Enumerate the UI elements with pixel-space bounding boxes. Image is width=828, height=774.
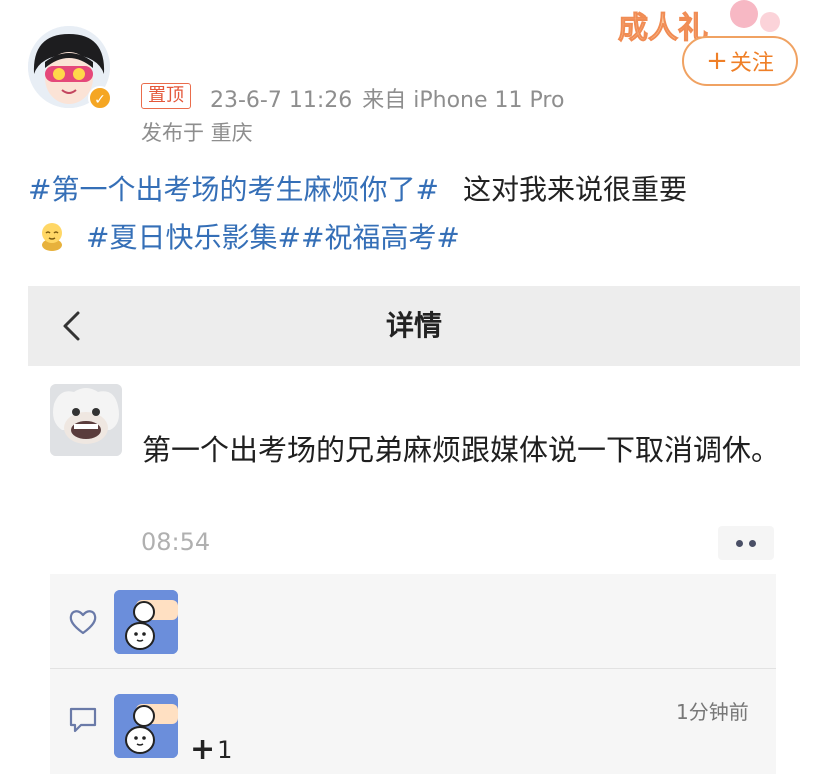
back-icon [63,311,80,341]
commenter-avatar[interactable] [114,694,178,758]
topic-link[interactable]: #祝福高考# [301,216,460,256]
post-meta: 23-6-7 11:26 来自 iPhone 11 Pro [210,82,564,114]
post-text: 这对我来说很重要 [462,173,687,206]
plus-icon: + [190,732,216,767]
post-source: 来自 iPhone 11 Pro [362,88,565,113]
reactions-panel: +1 1分钟前 [50,574,776,774]
liker-avatar[interactable] [114,590,178,654]
dot-icon [736,539,743,547]
message-avatar [50,384,122,456]
pray-emoji-icon [42,223,62,251]
verified-badge-icon: ✓ [88,86,112,110]
topic-link[interactable]: #第一个出考场的考生麻烦你了# [28,173,439,206]
heart-icon[interactable] [68,608,98,636]
follow-label: 关注 [729,51,774,76]
comment-time: 1分钟前 [676,700,749,724]
comment-icon[interactable] [68,706,98,734]
more-options-button[interactable] [718,526,774,560]
message-text: 第一个出考场的兄弟麻烦跟媒体说一下取消调休。 [142,433,781,467]
embedded-title: 详情 [385,309,442,342]
follow-button[interactable]: + 关注 [682,36,798,86]
post-location: 发布于 重庆 [141,121,253,145]
topic-link[interactable]: #夏日快乐影集# [86,216,301,256]
message-time: 08:54 [141,528,211,556]
plus-icon: + [706,46,728,76]
embedded-nav-bar: 详情 [28,286,800,366]
comment-text: +1 [190,732,232,767]
post-text-line: #第一个出考场的考生麻烦你了# 这对我来说很重要 [28,168,687,208]
likes-row [50,574,776,669]
pinned-badge: 置顶 [141,83,191,109]
post-text-line: #夏日快乐影集# #祝福高考# [36,216,460,256]
plus-count: 1 [217,735,233,764]
dot-icon [749,539,756,547]
post-date: 23-6-7 11:26 [210,88,353,113]
